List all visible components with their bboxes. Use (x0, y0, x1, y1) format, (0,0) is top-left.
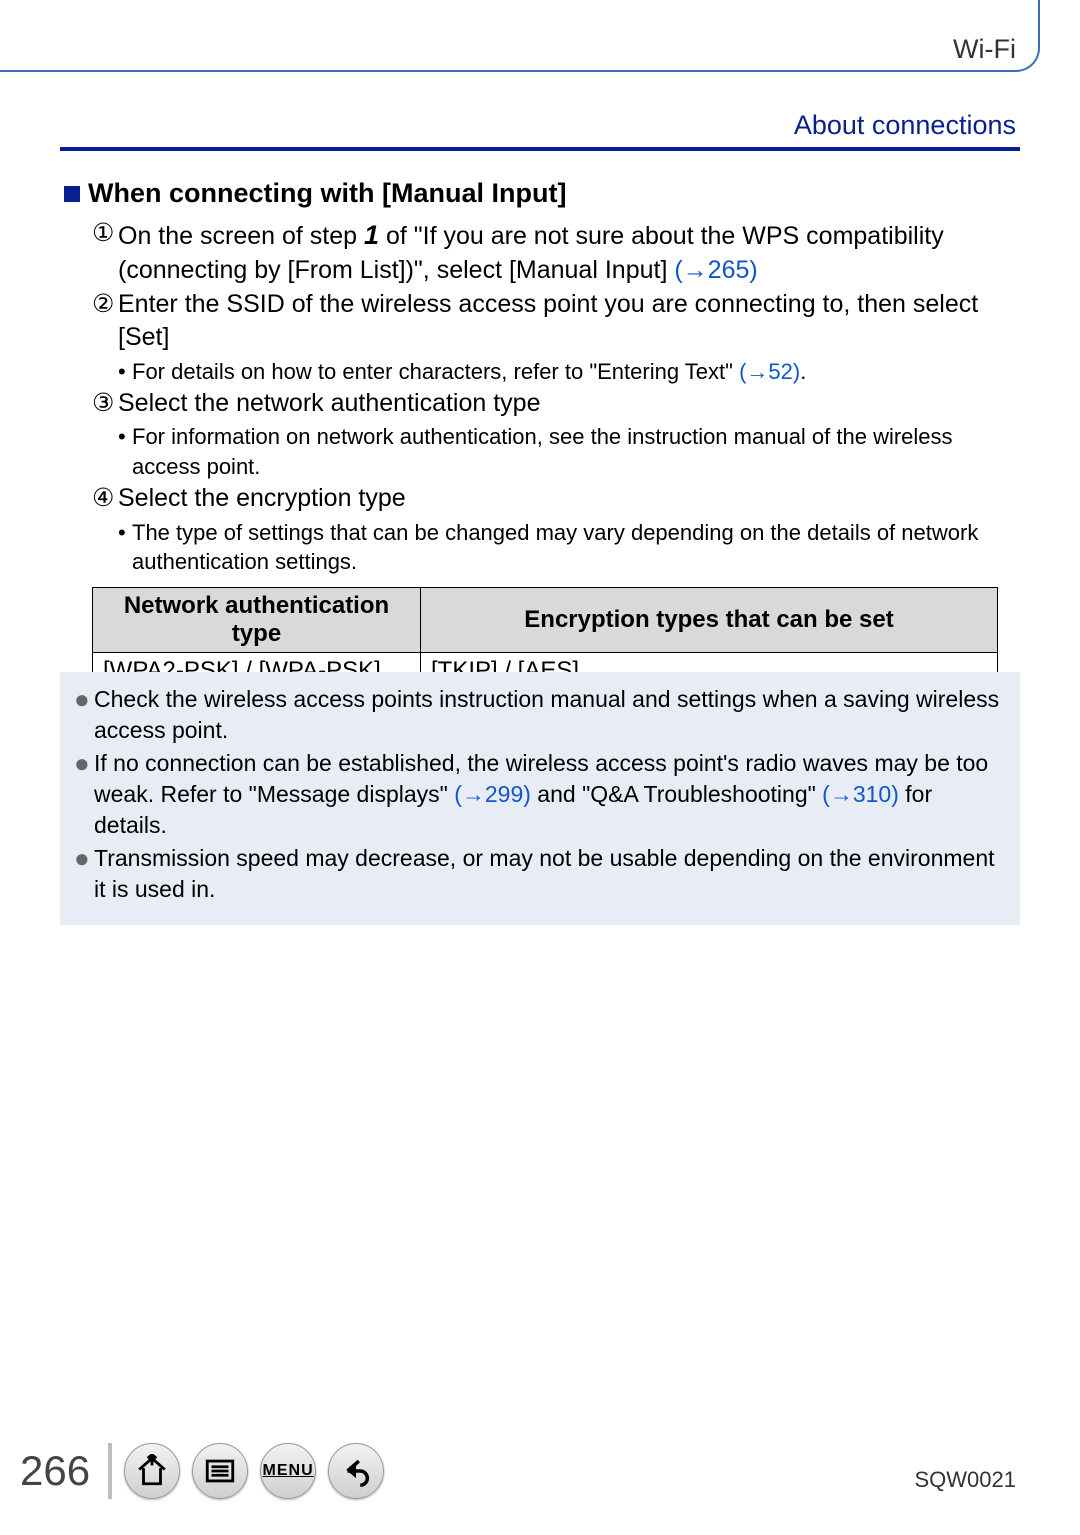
note-2-link2[interactable]: (→310) (822, 781, 899, 807)
note-3-text: Transmission speed may decrease, or may … (94, 843, 1006, 905)
th-enc: Encryption types that can be set (421, 587, 998, 652)
step-1-link[interactable]: (→265) (674, 256, 757, 284)
bullet-icon: • (118, 357, 132, 387)
step-1: ① On the screen of step 1 of "If you are… (92, 217, 1016, 288)
step-2-sub: • For details on how to enter characters… (118, 357, 1016, 387)
footer-divider (108, 1443, 112, 1499)
note-2: ● If no connection can be established, t… (74, 748, 1006, 841)
header-category: Wi-Fi (953, 34, 1016, 65)
bullet-icon: ● (74, 686, 94, 748)
note-2-text: If no connection can be established, the… (94, 748, 1006, 841)
home-button[interactable] (124, 1443, 180, 1499)
bullet-icon: ● (74, 845, 94, 907)
step-1-body: On the screen of step 1 of "If you are n… (118, 217, 1016, 288)
note-1: ● Check the wireless access points instr… (74, 684, 1006, 746)
step-4-marker: ④ (92, 482, 118, 516)
notes-box: ● Check the wireless access points instr… (60, 672, 1020, 925)
step-2: ② Enter the SSID of the wireless access … (92, 288, 1016, 356)
th-auth: Network authentication type (93, 587, 421, 652)
step-2-body: Enter the SSID of the wireless access po… (118, 288, 1016, 356)
back-button[interactable] (328, 1443, 384, 1499)
note-2-link1[interactable]: (→299) (454, 781, 531, 807)
step-1-ref: 1 (364, 220, 379, 250)
step-4: ④ Select the encryption type (92, 482, 1016, 516)
note-2-mid: and "Q&A Troubleshooting" (531, 781, 822, 807)
step-3: ③ Select the network authentication type (92, 387, 1016, 421)
contents-button[interactable] (192, 1443, 248, 1499)
bullet-icon: • (118, 518, 132, 577)
step-3-sub: • For information on network authenticat… (118, 422, 1016, 481)
bullet-icon: • (118, 422, 132, 481)
back-icon (339, 1454, 373, 1488)
step-1-pre: On the screen of step (118, 222, 364, 250)
step-2-sub-link[interactable]: (→52) (739, 359, 800, 384)
menu-button[interactable]: MENU (260, 1443, 316, 1499)
document-id: SQW0021 (915, 1467, 1017, 1493)
step-2-sub-post: . (800, 359, 806, 384)
step-2-sub-pre: For details on how to enter characters, … (132, 359, 739, 384)
step-4-sub: • The type of settings that can be chang… (118, 518, 1016, 577)
step-2-sub-body: For details on how to enter characters, … (132, 357, 806, 387)
section-rule (60, 147, 1020, 151)
note-1-text: Check the wireless access points instruc… (94, 684, 1006, 746)
heading-bullet-icon (64, 186, 80, 202)
page-border (0, 0, 1040, 72)
footer: 266 MENU (20, 1443, 384, 1499)
step-3-sub-body: For information on network authenticatio… (132, 422, 1016, 481)
step-3-marker: ③ (92, 387, 118, 421)
menu-label: MENU (263, 1462, 314, 1480)
list-icon (203, 1454, 237, 1488)
section-title: About connections (794, 110, 1016, 141)
bullet-icon: ● (74, 750, 94, 843)
step-3-body: Select the network authentication type (118, 387, 1016, 421)
note-3: ● Transmission speed may decrease, or ma… (74, 843, 1006, 905)
step-4-sub-body: The type of settings that can be changed… (132, 518, 1016, 577)
page-number: 266 (20, 1447, 90, 1495)
heading: When connecting with [Manual Input] (88, 178, 566, 209)
heading-row: When connecting with [Manual Input] (64, 178, 1016, 209)
step-4-body: Select the encryption type (118, 482, 1016, 516)
step-1-marker: ① (92, 217, 118, 288)
step-2-marker: ② (92, 288, 118, 356)
page: Wi-Fi About connections When connecting … (0, 0, 1080, 1535)
home-icon (135, 1454, 169, 1488)
